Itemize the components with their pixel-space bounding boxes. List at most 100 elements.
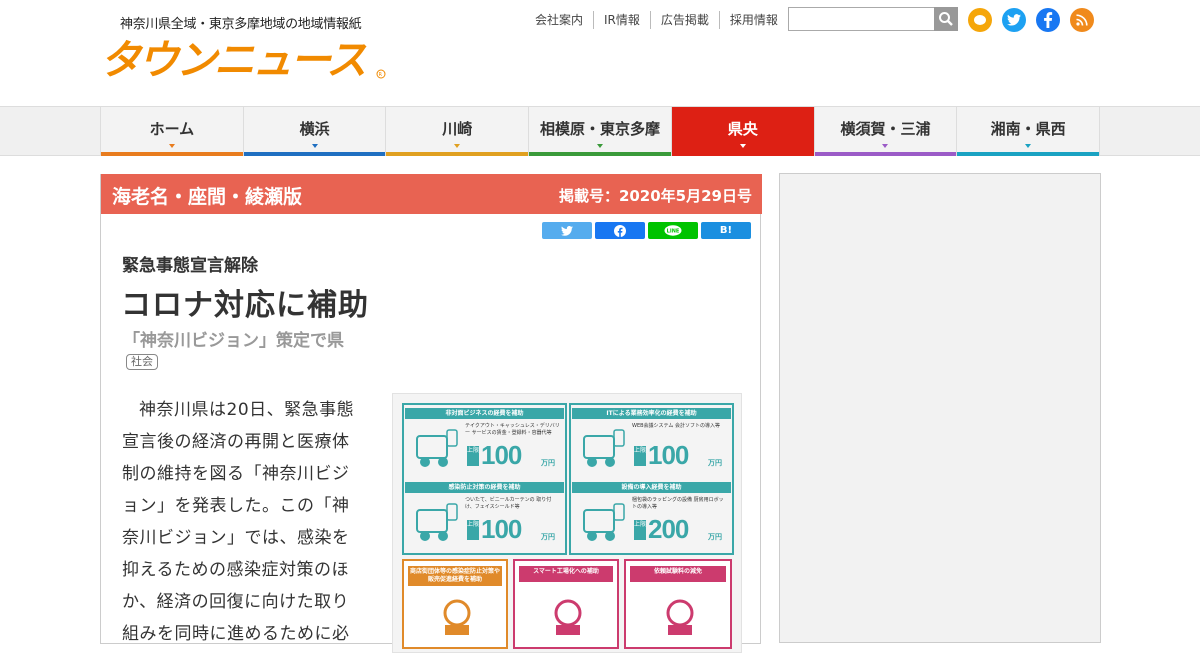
chevron-down-icon bbox=[454, 144, 461, 148]
chevron-down-icon bbox=[739, 144, 746, 148]
infographic-bottom-card: スマート工場化への補助 bbox=[513, 559, 619, 649]
article-title: コロナ対応に補助 bbox=[121, 288, 369, 323]
nav-item-label: 相模原・東京多摩 bbox=[540, 120, 661, 138]
search-box bbox=[788, 7, 958, 31]
nav-item-6[interactable]: 湘南・県西 bbox=[956, 107, 1101, 156]
card-heading: 商店街団体等の感染症防止対策や販売促進経費を補助 bbox=[408, 566, 502, 586]
card-heading: 設備の導入経費を補助 bbox=[572, 482, 731, 493]
contact-icon[interactable] bbox=[968, 8, 992, 32]
infographic-card: ITによる業務効率化の経費を補助 WEB会議システム 会計ソフトの導入等上限 100… bbox=[572, 406, 731, 476]
chevron-down-icon bbox=[882, 144, 889, 148]
nav-item-0[interactable]: ホーム bbox=[100, 107, 243, 156]
amount-value: 100 bbox=[481, 440, 522, 470]
sidebar-ad-slot bbox=[779, 173, 1101, 643]
nav-item-3[interactable]: 相模原・東京多摩 bbox=[528, 107, 671, 156]
infographic-bottom-card: 依頼試験料の減免 bbox=[624, 559, 732, 649]
amount-unit: 万円 bbox=[708, 533, 722, 541]
top-links: 会社案内 IR情報 広告掲載 採用情報 bbox=[525, 10, 788, 30]
amount-unit: 万円 bbox=[541, 459, 555, 467]
card-heading: スマート工場化への補助 bbox=[519, 566, 613, 582]
nav-color-bar bbox=[529, 152, 671, 156]
chevron-down-icon bbox=[168, 144, 175, 148]
card-heading: 依頼試験料の減免 bbox=[630, 566, 726, 582]
card-description: テイクアウト・キャッシュレス・デリバリー サービスの賃金・登録料・容器代等 bbox=[465, 423, 560, 436]
townnews-logo[interactable]: タウンニュース R bbox=[100, 34, 390, 80]
card-illustration-icon bbox=[416, 429, 458, 467]
card-heading: 非対面ビジネスの経費を補助 bbox=[405, 408, 564, 419]
nav-item-label: 県央 bbox=[727, 120, 758, 138]
nav-color-bar bbox=[957, 152, 1100, 156]
infographic-card: 非対面ビジネスの経費を補助テイクアウト・キャッシュレス・デリバリー サービスの賃… bbox=[405, 406, 564, 476]
limit-label: 上限 bbox=[467, 446, 479, 466]
limit-label: 上限 bbox=[634, 446, 646, 466]
nav-item-label: ホーム bbox=[149, 120, 195, 138]
amount-value: 100 bbox=[648, 440, 689, 470]
card-heading: ITによる業務効率化の経費を補助 bbox=[572, 408, 731, 419]
article-kicker: 緊急事態宣言解除 bbox=[122, 256, 258, 276]
link-ir[interactable]: IR情報 bbox=[593, 11, 650, 29]
nav-color-bar bbox=[243, 152, 386, 156]
card-illustration-icon bbox=[666, 599, 694, 635]
amount-unit: 万円 bbox=[708, 459, 722, 467]
hatena-icon: B! bbox=[719, 225, 733, 236]
share-line-button[interactable]: LINE bbox=[648, 222, 698, 239]
search-button[interactable] bbox=[934, 7, 958, 31]
card-description: ついたて、ビニールカーテンの 取り付け、フェイスシールド等 bbox=[465, 497, 552, 510]
svg-text:LINE: LINE bbox=[667, 228, 680, 234]
chevron-down-icon bbox=[1025, 144, 1032, 148]
link-recruit[interactable]: 採用情報 bbox=[718, 11, 788, 29]
publish-date: 掲載号：2020年5月29日号 bbox=[558, 187, 752, 205]
facebook-icon[interactable] bbox=[1036, 8, 1060, 32]
edition-header: 海老名・座間・綾瀬版 掲載号：2020年5月29日号 bbox=[101, 174, 762, 214]
nav-item-5[interactable]: 横須賀・三浦 bbox=[813, 107, 957, 156]
nav-color-bar bbox=[101, 152, 243, 156]
svg-text:R: R bbox=[379, 72, 383, 78]
card-illustration-icon bbox=[554, 599, 582, 635]
share-hatena-button[interactable]: B! bbox=[701, 222, 751, 239]
twitter-icon[interactable] bbox=[1002, 8, 1026, 32]
site-tagline: 神奈川県全域・東京多摩地域の地域情報紙 bbox=[120, 17, 362, 32]
infographic-bottom-card: 商店街団体等の感染症防止対策や販売促進経費を補助 bbox=[402, 559, 508, 649]
nav-item-label: 横須賀・三浦 bbox=[840, 120, 931, 138]
article-panel: 海老名・座間・綾瀬版 掲載号：2020年5月29日号 LINE B! 緊急事態宣… bbox=[100, 174, 762, 653]
site-header: 神奈川県全域・東京多摩地域の地域情報紙 タウンニュース R 会社案内 IR情報 … bbox=[0, 0, 1200, 106]
chevron-down-icon bbox=[311, 144, 318, 148]
category-tag[interactable]: 社会 bbox=[126, 354, 158, 370]
card-illustration-icon bbox=[443, 599, 471, 635]
limit-label: 上限 bbox=[634, 520, 646, 540]
card-heading: 感染防止対策の経費を補助 bbox=[405, 482, 564, 493]
rss-icon[interactable] bbox=[1070, 8, 1094, 32]
limit-label: 上限 bbox=[467, 520, 479, 540]
link-company[interactable]: 会社案内 bbox=[525, 11, 593, 29]
nav-item-1[interactable]: 横浜 bbox=[242, 107, 386, 156]
card-illustration-icon bbox=[583, 503, 625, 541]
infographic-image[interactable]: 非対面ビジネスの経費を補助テイクアウト・キャッシュレス・デリバリー サービスの賃… bbox=[392, 393, 742, 653]
search-input[interactable] bbox=[788, 7, 934, 31]
amount-unit: 万円 bbox=[541, 533, 555, 541]
article-body: 神奈川県は20日、緊急事態宣言後の経済の再開と医療体制の維持を図る「神奈川ビジョ… bbox=[122, 400, 355, 644]
share-facebook-button[interactable] bbox=[595, 222, 645, 239]
card-description: WEB会議システム 会計ソフトの導入等 bbox=[632, 423, 720, 429]
nav-item-label: 湘南・県西 bbox=[990, 120, 1066, 138]
nav-color-bar bbox=[814, 152, 957, 156]
infographic-card: 感染防止対策の経費を補助ついたて、ビニールカーテンの 取り付け、フェイスシールド… bbox=[405, 480, 564, 550]
nav-color-bar bbox=[386, 152, 529, 156]
share-twitter-button[interactable] bbox=[542, 222, 592, 239]
search-icon bbox=[939, 12, 953, 26]
link-advertise[interactable]: 広告掲載 bbox=[649, 11, 719, 29]
edition-name: 海老名・座間・綾瀬版 bbox=[112, 186, 303, 208]
facebook-icon bbox=[614, 224, 626, 237]
amount-value: 200 bbox=[648, 514, 689, 544]
chevron-down-icon bbox=[597, 144, 604, 148]
svg-text:タウンニュース: タウンニュース bbox=[100, 36, 367, 80]
amount-value: 100 bbox=[481, 514, 522, 544]
nav-item-2[interactable]: 川崎 bbox=[385, 107, 529, 156]
card-illustration-icon bbox=[583, 429, 625, 467]
card-description: 梱包袋のラッピングの設備 厨房用ロボットの導入等 bbox=[632, 497, 724, 510]
nav-item-label: 川崎 bbox=[442, 120, 473, 138]
nav-item-4[interactable]: 県央 bbox=[670, 107, 814, 156]
article-subtitle: 「神奈川ビジョン」策定で県 bbox=[123, 331, 344, 351]
infographic-card: 設備の導入経費を補助梱包袋のラッピングの設備 厨房用ロボットの導入等上限 200 万… bbox=[572, 480, 731, 550]
line-icon: LINE bbox=[664, 225, 682, 236]
nav-item-label: 横浜 bbox=[299, 120, 330, 138]
